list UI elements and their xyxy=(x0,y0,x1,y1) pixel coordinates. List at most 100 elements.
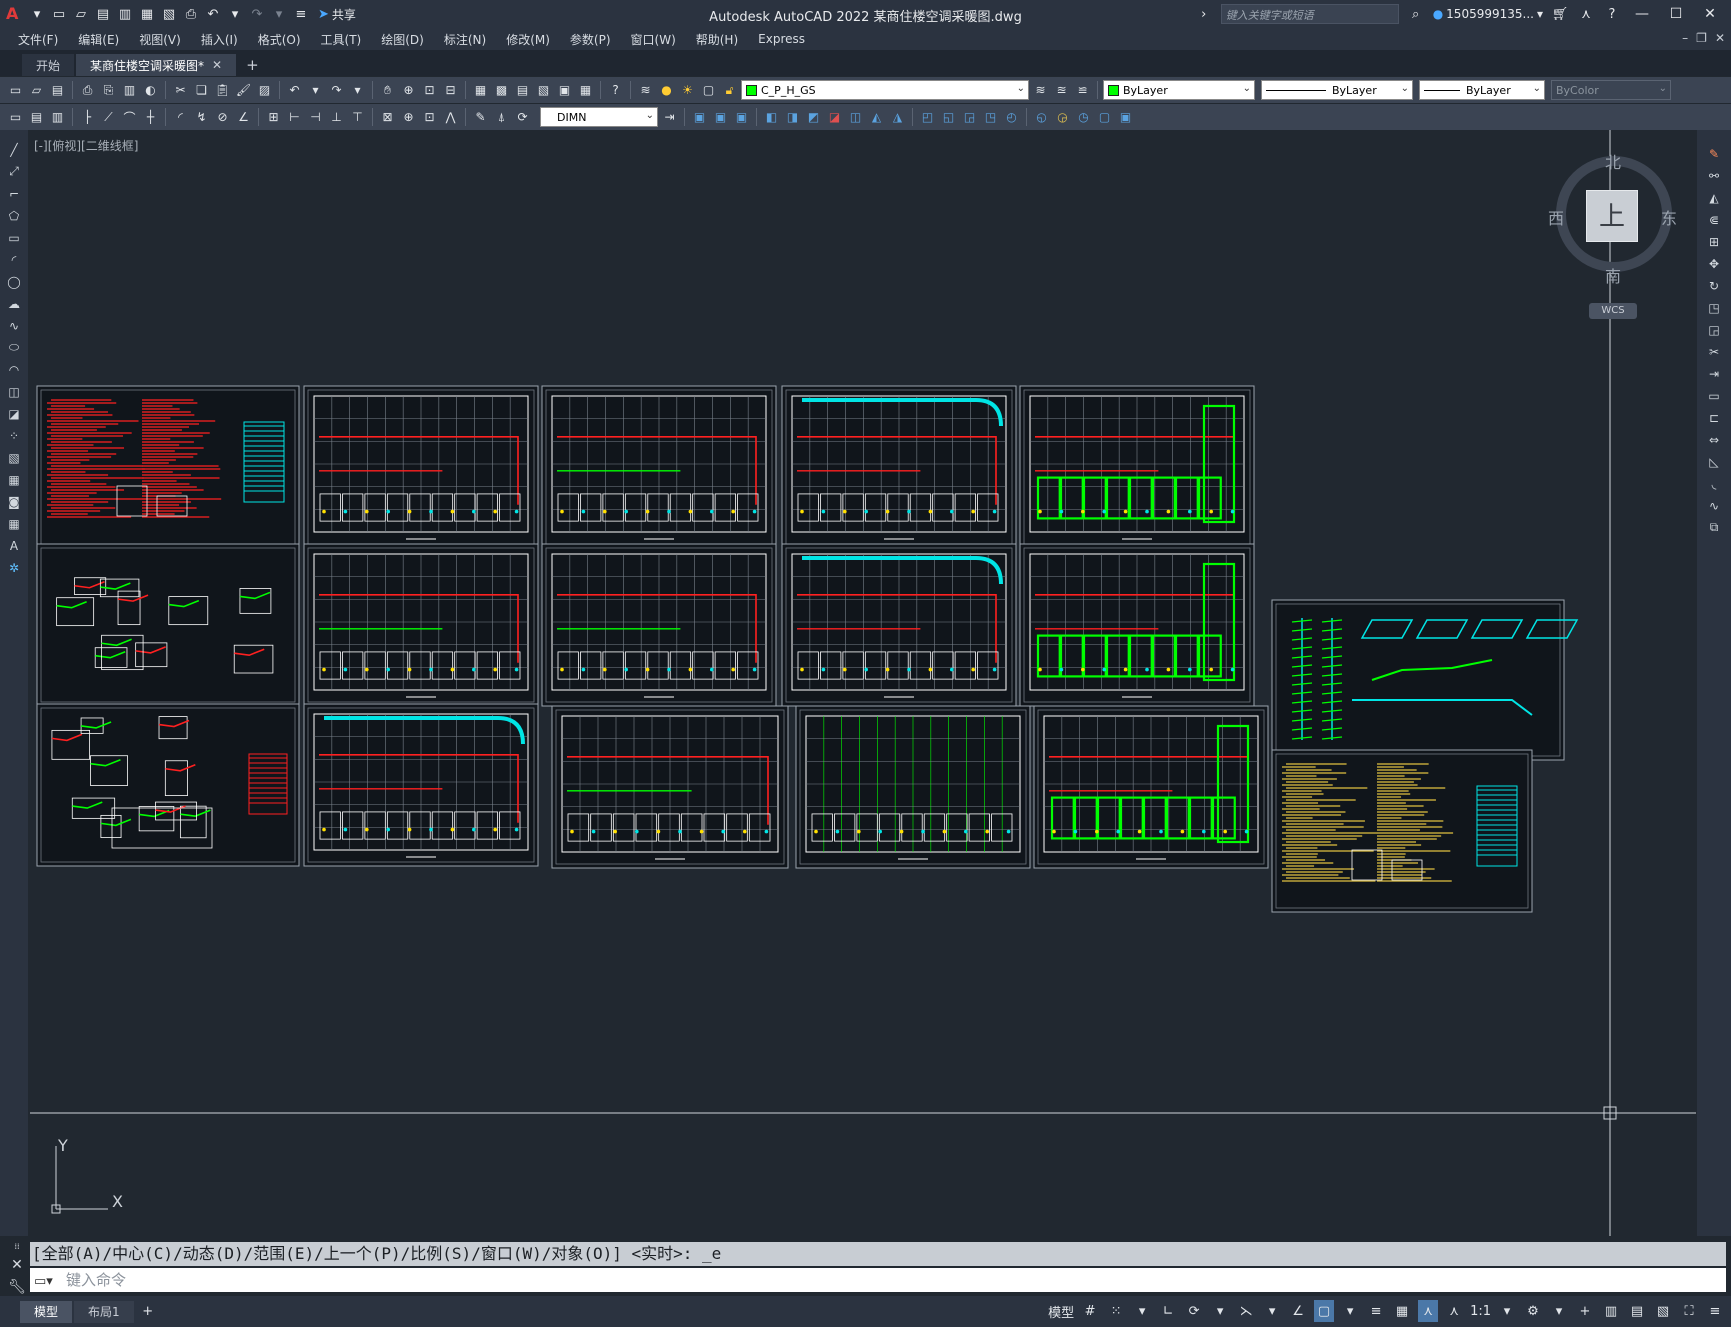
customization-icon[interactable]: ≡ xyxy=(1705,1300,1725,1322)
revolve-icon[interactable]: ◨ xyxy=(783,108,802,127)
offset-icon[interactable]: ⋐ xyxy=(1704,210,1724,229)
slice-icon[interactable]: ◭ xyxy=(867,108,886,127)
undo-icon[interactable]: ↶ xyxy=(204,5,222,23)
tolerance-icon[interactable]: ⊠ xyxy=(378,108,397,127)
stretch-icon[interactable]: ◲ xyxy=(1704,320,1724,339)
scale-icon[interactable]: ◳ xyxy=(1704,298,1724,317)
section-plane-icon[interactable]: ◳ xyxy=(981,108,1000,127)
break-icon[interactable]: ⊏ xyxy=(1704,408,1724,427)
doc-close-icon[interactable]: ✕ xyxy=(1715,31,1725,45)
open-folder-icon[interactable]: ▱ xyxy=(72,5,90,23)
loft-icon[interactable]: ◪ xyxy=(825,108,844,127)
layer-sun-icon[interactable]: ☀ xyxy=(678,81,697,100)
cart-icon[interactable]: 🛒︎ xyxy=(1551,5,1569,23)
make-block-icon[interactable]: ◪ xyxy=(4,404,24,423)
dim-style-icon[interactable]: ⇥ xyxy=(660,108,679,127)
linetype-dropdown[interactable]: ByLayer ⌄ xyxy=(1261,80,1413,100)
dim-text-edit-icon[interactable]: ⍋ xyxy=(492,108,511,127)
compass-south[interactable]: 南 xyxy=(1605,263,1621,287)
markup-icon[interactable]: ▣ xyxy=(555,81,574,100)
doc-restore-icon[interactable]: ❐ xyxy=(1696,31,1707,45)
jogged-linear-icon[interactable]: ⋀ xyxy=(441,108,460,127)
save-icon[interactable]: ▤ xyxy=(94,5,112,23)
save-as-icon[interactable]: ▥ xyxy=(116,5,134,23)
move-icon[interactable]: ✥ xyxy=(1704,254,1724,273)
snap-icon[interactable]: ⁙ xyxy=(1106,1300,1126,1322)
layer-state-icon[interactable]: ≌ xyxy=(1073,81,1092,100)
menu-edit[interactable]: 编辑(E) xyxy=(70,31,131,48)
redo-icon[interactable]: ↷ xyxy=(327,81,346,100)
dim-space-icon[interactable]: ⊥ xyxy=(327,108,346,127)
hyperlink-icon[interactable]: ▣ xyxy=(1116,108,1135,127)
zoom-previous-icon[interactable]: ⊟ xyxy=(441,81,460,100)
chamfer-icon[interactable]: ◺ xyxy=(1704,452,1724,471)
new-file-icon[interactable]: ▭ xyxy=(50,5,68,23)
open-icon[interactable]: ▱ xyxy=(27,81,46,100)
paste-icon[interactable]: 📋︎ xyxy=(213,81,232,100)
search-icon[interactable]: ⌕ xyxy=(1407,5,1425,23)
explode-icon[interactable]: ⧉ xyxy=(1704,518,1724,537)
point-icon[interactable]: ⁘ xyxy=(4,426,24,445)
customize-qat-icon[interactable]: ≡ xyxy=(292,5,310,23)
maximize-button[interactable]: ☐ xyxy=(1663,3,1689,25)
trim-icon[interactable]: ✂ xyxy=(1704,342,1724,361)
fillet-edge-icon[interactable]: ◱ xyxy=(939,108,958,127)
menu-format[interactable]: 格式(O) xyxy=(250,31,313,48)
gradient-icon[interactable]: ▦ xyxy=(4,470,24,489)
center-mark-icon[interactable]: ⊕ xyxy=(399,108,418,127)
break-at-point-icon[interactable]: ▭ xyxy=(1704,386,1724,405)
line-icon[interactable]: ╱ xyxy=(4,140,24,159)
osnap-dropdown-icon[interactable]: ▾ xyxy=(1340,1300,1360,1322)
sheet-set-icon[interactable]: ▧ xyxy=(534,81,553,100)
menu-view[interactable]: 视图(V) xyxy=(131,31,193,48)
rotate-icon[interactable]: ↻ xyxy=(1704,276,1724,295)
baseline-dim-icon[interactable]: ⊢ xyxy=(285,108,304,127)
undo-dropdown-icon[interactable]: ▾ xyxy=(306,81,325,100)
join-icon[interactable]: ⇔ xyxy=(1704,430,1724,449)
zoom-realtime-icon[interactable]: ⊕ xyxy=(399,81,418,100)
continue-dim-icon[interactable]: ⊣ xyxy=(306,108,325,127)
jogged-dim-icon[interactable]: ↯ xyxy=(192,108,211,127)
dimstyle-dropdown[interactable]: DIMN ⌄ xyxy=(540,107,658,127)
layer-tool2-icon[interactable]: ▤ xyxy=(27,108,46,127)
compass-west[interactable]: 西 xyxy=(1548,205,1564,229)
menu-tools[interactable]: 工具(T) xyxy=(313,31,374,48)
quick-dim-icon[interactable]: ⊞ xyxy=(264,108,283,127)
save-icon[interactable]: ▤ xyxy=(48,81,67,100)
save-to-web-icon[interactable]: ▧ xyxy=(160,5,178,23)
region-icon[interactable]: ◙ xyxy=(4,492,24,511)
menu-file[interactable]: 文件(F) xyxy=(10,31,70,48)
extend-icon[interactable]: ⇥ xyxy=(1704,364,1724,383)
menu-parametric[interactable]: 参数(P) xyxy=(562,31,623,48)
tab-model[interactable]: 模型 xyxy=(20,1300,73,1323)
workspace-dropdown-icon[interactable]: ▾ xyxy=(1549,1300,1569,1322)
layer-dropdown[interactable]: C_P_H_GS ⌄ xyxy=(741,80,1029,100)
ordinate-dim-icon[interactable]: ┼ xyxy=(141,108,160,127)
angular-dim-icon[interactable]: ∠ xyxy=(234,108,253,127)
graphics-performance-icon[interactable]: ▧ xyxy=(1653,1300,1673,1322)
array-icon[interactable]: ⊞ xyxy=(1704,232,1724,251)
layer-tool-icon[interactable]: ▭ xyxy=(6,108,25,127)
publish-icon[interactable]: ▥ xyxy=(120,81,139,100)
match-properties-icon[interactable]: 🖌︎ xyxy=(234,81,253,100)
workspace-gear-icon[interactable]: ⚙ xyxy=(1523,1300,1543,1322)
redo-dropdown-icon[interactable]: ▾ xyxy=(348,81,367,100)
transparency-icon[interactable]: ▦ xyxy=(1392,1300,1412,1322)
dim-break-icon[interactable]: ⊤ xyxy=(348,108,367,127)
pan-icon[interactable]: ✋︎ xyxy=(378,81,397,100)
viewcube[interactable]: 上 北 南 西 东 xyxy=(1548,153,1677,286)
properties-icon[interactable]: ▦ xyxy=(471,81,490,100)
mirror-icon[interactable]: ◭ xyxy=(1704,188,1724,207)
make-current-layer-icon[interactable]: ≋ xyxy=(1031,81,1050,100)
search-input[interactable]: 键入关键字或短语 xyxy=(1220,4,1399,24)
menu-insert[interactable]: 插入(I) xyxy=(193,31,250,48)
plot-icon[interactable]: ⎙ xyxy=(78,81,97,100)
new-tab-button[interactable]: + xyxy=(238,56,267,76)
dim-edit-icon[interactable]: ✎ xyxy=(471,108,490,127)
sweep-icon[interactable]: ◩ xyxy=(804,108,823,127)
hatch-icon[interactable]: ▧ xyxy=(4,448,24,467)
undo-icon[interactable]: ↶ xyxy=(285,81,304,100)
chevron-right-icon[interactable]: › xyxy=(1195,5,1213,23)
customize-icon[interactable]: 🔧︎ xyxy=(8,1279,26,1295)
tab-drawing[interactable]: 某商住楼空调采暖图* ✕ xyxy=(76,54,237,76)
